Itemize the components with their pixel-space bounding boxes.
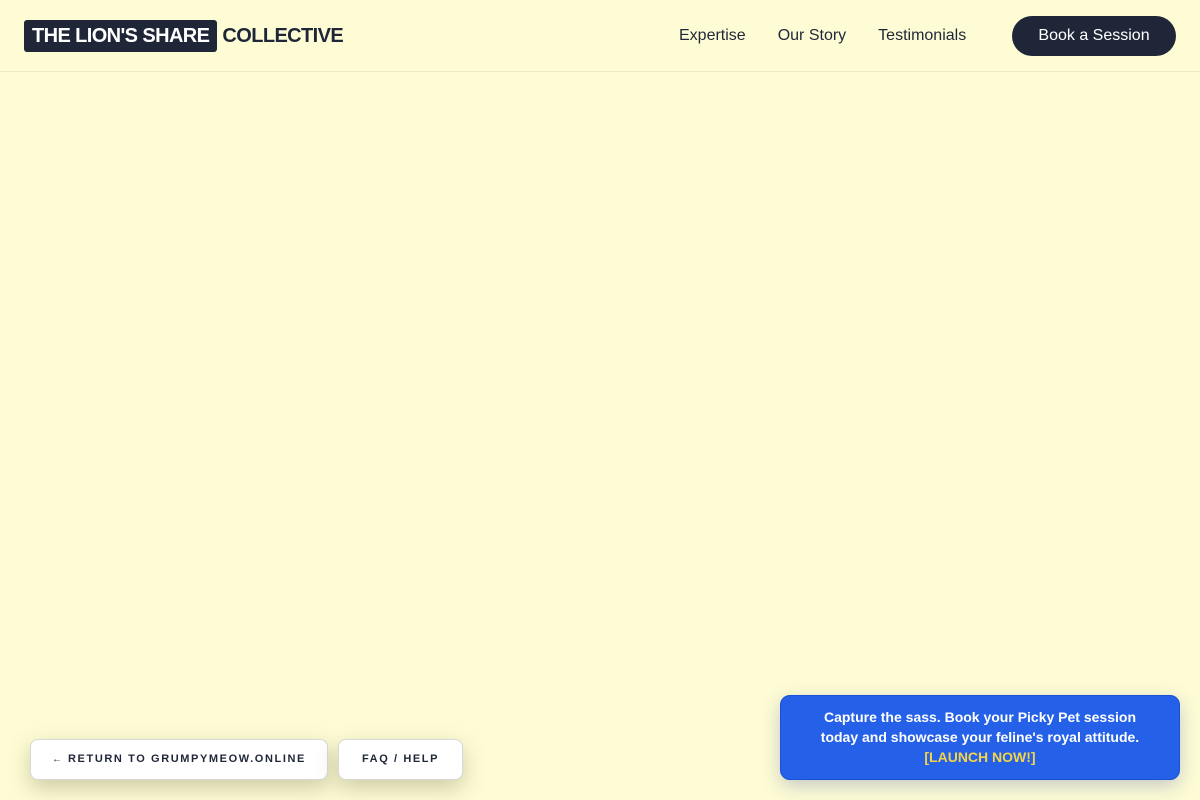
return-button-label: RETURN TO GRUMPYMEOW.ONLINE xyxy=(68,753,306,765)
logo-highlight: THE LION'S SHARE xyxy=(24,20,218,52)
main-nav: Expertise Our Story Testimonials xyxy=(679,26,966,46)
nav-link-testimonials[interactable]: Testimonials xyxy=(878,26,966,46)
promo-text-line-1: Capture the sass. Book your Picky Pet se… xyxy=(823,709,1136,725)
launch-now-link[interactable]: [LAUNCH NOW!] xyxy=(811,747,1149,767)
promo-text-line-2: today and showcase your feline's royal a… xyxy=(820,729,1140,745)
promo-banner: Capture the sass. Book your Picky Pet se… xyxy=(780,695,1180,780)
site-header: THE LION'S SHARE COLLECTIVE Expertise Ou… xyxy=(0,0,1200,72)
nav-link-our-story[interactable]: Our Story xyxy=(778,26,846,46)
site-logo[interactable]: THE LION'S SHARE COLLECTIVE xyxy=(24,20,344,52)
book-session-button[interactable]: Book a Session xyxy=(1012,16,1176,56)
logo-text: COLLECTIVE xyxy=(222,24,344,47)
return-button[interactable]: ← RETURN TO GRUMPYMEOW.ONLINE xyxy=(30,739,328,780)
faq-help-button[interactable]: FAQ / HELP xyxy=(338,739,463,780)
nav-link-expertise[interactable]: Expertise xyxy=(679,26,746,46)
arrow-left-icon: ← xyxy=(52,754,63,765)
